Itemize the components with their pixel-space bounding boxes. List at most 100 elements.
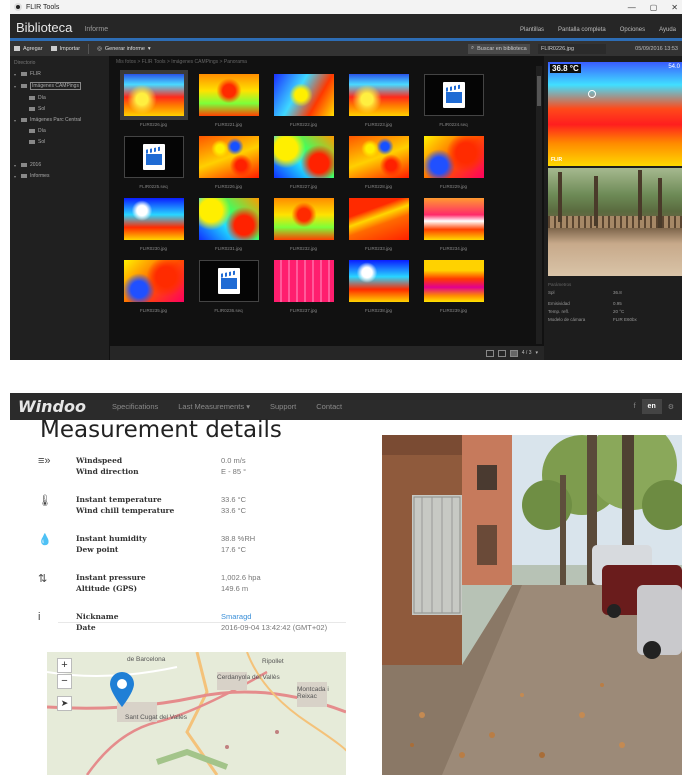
thumbnail-scrollbar[interactable]: [536, 66, 542, 344]
thumbnail-frame: [119, 70, 188, 120]
scrollbar-thumb[interactable]: [537, 76, 541, 106]
thumbnail[interactable]: FLIR0227.jpg: [266, 132, 341, 192]
thumbnail[interactable]: FLIR0236.seq: [191, 256, 266, 316]
thumbnail[interactable]: FLIR0222.jpg: [266, 70, 341, 130]
thumbnail-frame: [195, 70, 263, 120]
measurement-value: 0.0 m/s: [221, 456, 246, 465]
property-label: Spl: [548, 290, 555, 295]
preview-panel: 36.8 °C 54.0 FLIR Parámetros Spl 36.8 Emisi…: [544, 56, 682, 360]
thumbnail-frame: [195, 194, 263, 244]
language-selector[interactable]: en: [641, 399, 662, 414]
sidebar-item-label: Día: [38, 95, 46, 101]
thumbnail-frame: [120, 194, 188, 244]
location-map[interactable]: Sant Cugat del Vallès Cerdanyola del Val…: [47, 652, 346, 775]
sidebar-item[interactable]: Día: [14, 95, 105, 101]
thumbnail[interactable]: FLIR0230.jpg: [116, 194, 191, 254]
sidebar-item-label: Imágenes Parc Central: [30, 117, 82, 123]
report-tab[interactable]: Informe: [84, 26, 108, 33]
import-button[interactable]: Importar: [50, 46, 80, 52]
measurement-value: 33.6 °C: [221, 506, 247, 515]
grid-view-icon[interactable]: [485, 349, 494, 357]
thumbnail[interactable]: FLIR0221.jpg: [191, 70, 266, 130]
menu-options[interactable]: Opciones: [620, 27, 645, 33]
thumbnail[interactable]: FLIR0228.jpg: [341, 132, 416, 192]
chevron-down-icon[interactable]: ▾: [535, 350, 538, 356]
nav-contact[interactable]: Contact: [316, 402, 342, 411]
visual-preview-image[interactable]: [548, 168, 682, 276]
thumbnail-caption: FLIR0228.jpg: [364, 184, 393, 189]
menu-templates[interactable]: Plantillas: [520, 27, 544, 33]
sidebar-item[interactable]: ▾ 2016: [14, 162, 105, 168]
expand-arrow-icon[interactable]: ▾: [14, 84, 18, 89]
thumbnail-frame: [120, 256, 188, 306]
sidebar-item[interactable]: ▾ Imágenes Parc Central: [14, 117, 105, 123]
thermal-image-thumbnail: [198, 136, 259, 178]
brand-logo[interactable]: Windoo: [18, 397, 86, 416]
large-view-icon[interactable]: [509, 349, 518, 357]
nav-last-measurements[interactable]: Last Measurements ▾: [178, 402, 250, 411]
thermal-image-thumbnail: [273, 260, 334, 302]
thumbnail[interactable]: FLIR0226.jpg: [191, 132, 266, 192]
thumbnail-panel: Mis fotos > FLIR Tools > Imágenes CAMPin…: [110, 56, 544, 360]
thumbnail[interactable]: FLIR0229.jpg: [416, 132, 491, 192]
library-search-input[interactable]: ⌕ Buscar en biblioteca: [468, 43, 530, 54]
nickname-link[interactable]: Smaragd: [221, 611, 327, 622]
list-view-icon[interactable]: [497, 349, 506, 357]
library-title[interactable]: Biblioteca: [16, 20, 72, 35]
sidebar-item-label: Sol: [38, 106, 46, 112]
map-pin-icon[interactable]: [109, 672, 135, 708]
thumbnail-frame: [345, 70, 413, 120]
sidebar-item-label: Día: [38, 128, 46, 134]
map-zoom-in-button[interactable]: +: [57, 658, 72, 673]
thumbnail[interactable]: FLIR0226.jpg: [116, 70, 191, 130]
thermal-preview-image[interactable]: 36.8 °C 54.0 FLIR: [548, 62, 682, 166]
social-icon[interactable]: f: [634, 403, 636, 410]
properties-header: Parámetros: [548, 282, 572, 287]
thumbnail-caption: FLIR0221.jpg: [214, 122, 243, 127]
thumbnail[interactable]: FLIR0237.jpg: [266, 256, 341, 316]
thumbnail[interactable]: FLIR0223.jpg: [341, 70, 416, 130]
add-button[interactable]: Agregar: [14, 46, 43, 52]
sidebar-item[interactable]: ▾ Imágenes CAMPings: [14, 82, 105, 90]
thumbnail[interactable]: FLIR0233.jpg: [341, 194, 416, 254]
expand-arrow-icon[interactable]: ▾: [14, 163, 18, 168]
measurement-labels: Instant humidity Dew point: [76, 533, 221, 555]
folder-icon: [21, 163, 27, 167]
window-controls: — ▢ ✕: [628, 3, 678, 12]
close-icon[interactable]: ✕: [671, 3, 678, 12]
sidebar-item[interactable]: ▾ FLIR: [14, 71, 105, 77]
minimize-icon[interactable]: —: [628, 3, 636, 12]
thumbnail[interactable]: FLIR0235.jpg: [116, 256, 191, 316]
nav-specifications[interactable]: Specifications: [112, 402, 158, 411]
sidebar-item[interactable]: Sol: [14, 139, 105, 145]
maximize-icon[interactable]: ▢: [650, 3, 658, 12]
measurement-label: Dew point: [76, 545, 119, 554]
settings-icon[interactable]: ⚙: [668, 403, 674, 411]
sidebar-item-label: Informes: [30, 173, 50, 179]
thumbnail[interactable]: FLIR0232.jpg: [266, 194, 341, 254]
nav-support[interactable]: Support: [270, 402, 296, 411]
sidebar-item[interactable]: ▾ Informes: [14, 173, 105, 179]
measurement-label: Instant pressure: [76, 573, 146, 582]
menu-help[interactable]: Ayuda: [659, 27, 676, 33]
property-label: Temp. refl.: [548, 309, 570, 314]
expand-arrow-icon[interactable]: ▾: [14, 118, 18, 123]
sidebar-item[interactable]: Sol: [14, 106, 105, 112]
windoo-page: Windoo Specifications Last Measurements …: [10, 393, 682, 775]
sidebar-item[interactable]: Día: [14, 128, 105, 134]
thumbnail-caption: FLIR0232.jpg: [289, 246, 318, 251]
thumbnail-frame: [420, 70, 488, 120]
thumbnail[interactable]: FLIR0239.jpg: [416, 256, 491, 316]
menu-fullscreen[interactable]: Pantalla completa: [558, 27, 606, 33]
thumbnail[interactable]: FLIR0231.jpg: [191, 194, 266, 254]
generate-report-button[interactable]: ◎ Generar informe ▾: [97, 46, 151, 52]
locate-icon[interactable]: ➤: [57, 696, 72, 711]
thumbnail[interactable]: FLIR0224.seq: [416, 70, 491, 130]
expand-arrow-icon[interactable]: ▾: [14, 174, 18, 179]
thumbnail[interactable]: FLIR0225.seq: [116, 132, 191, 192]
map-zoom-out-button[interactable]: −: [57, 674, 72, 689]
measurement-label: Wind direction: [76, 467, 139, 476]
thumbnail[interactable]: FLIR0238.jpg: [341, 256, 416, 316]
thumbnail[interactable]: FLIR0234.jpg: [416, 194, 491, 254]
expand-arrow-icon[interactable]: ▾: [14, 72, 18, 77]
